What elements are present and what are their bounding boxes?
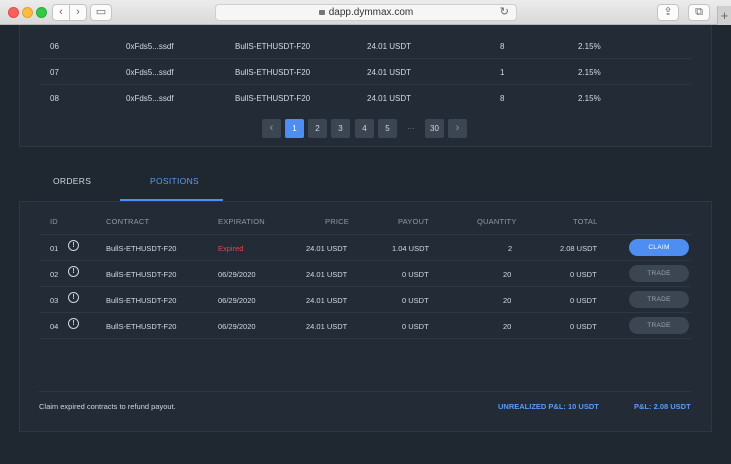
pagination-page-button[interactable]: 2 <box>308 119 327 138</box>
lock-icon <box>318 10 325 15</box>
header-expiration: EXPIRATION <box>218 217 265 226</box>
row-contract: BullS-ETHUSDT-F20 <box>235 94 311 103</box>
trade-button[interactable]: TRADE <box>629 265 689 282</box>
position-expiration: 06/29/2020 <box>218 296 256 305</box>
pagination-page-button[interactable]: 4 <box>355 119 374 138</box>
row-id: 07 <box>50 68 59 77</box>
claim-hint-text: Claim expired contracts to refund payout… <box>39 402 176 411</box>
info-icon[interactable]: ! <box>68 240 79 251</box>
close-window-button[interactable] <box>8 7 19 18</box>
position-price: 24.01 USDT <box>306 296 348 305</box>
position-contract: BullS-ETHUSDT-F20 <box>106 296 177 305</box>
position-total: 0 USDT <box>570 322 597 331</box>
position-contract: BullS-ETHUSDT-F20 <box>106 270 177 279</box>
row-price: 24.01 USDT <box>367 42 412 51</box>
row-percent: 2.15% <box>578 42 601 51</box>
info-icon[interactable]: ! <box>68 266 79 277</box>
position-total: 0 USDT <box>570 270 597 279</box>
header-total: TOTAL <box>573 217 598 226</box>
new-tab-icon[interactable]: + <box>717 6 731 25</box>
pagination-next-button[interactable]: › <box>448 119 467 138</box>
position-total: 2.08 USDT <box>560 244 598 253</box>
position-quantity: 20 <box>503 270 512 279</box>
row-contract: BullS-ETHUSDT-F20 <box>235 42 311 51</box>
pagination-ellipsis: ··· <box>407 124 415 133</box>
tab-orders[interactable]: ORDERS <box>53 176 91 186</box>
tabs-overview-icon[interactable]: ⧉ <box>688 4 710 21</box>
forward-icon[interactable]: › <box>69 4 87 21</box>
position-price: 24.01 USDT <box>306 244 348 253</box>
minimize-window-button[interactable] <box>22 7 33 18</box>
pagination-page-button[interactable]: 3 <box>331 119 350 138</box>
footer-divider <box>39 391 691 392</box>
position-expiration: Expired <box>218 244 244 253</box>
header-price: PRICE <box>325 217 349 226</box>
position-price: 24.01 USDT <box>306 270 348 279</box>
header-id: ID <box>50 217 58 226</box>
claim-button[interactable]: CLAIM <box>629 239 689 256</box>
position-id: 04 <box>50 322 59 331</box>
position-quantity: 20 <box>503 296 512 305</box>
header-quantity: QUANTITY <box>477 217 517 226</box>
position-id: 01 <box>50 244 59 253</box>
row-address: 0xFds5...ssdf <box>126 42 174 51</box>
pagination-page-button[interactable]: 5 <box>378 119 397 138</box>
table-row: 03 ! BullS-ETHUSDT-F20 06/29/2020 24.01 … <box>40 286 691 312</box>
address-bar[interactable]: dapp.dymmax.com ↻ <box>215 4 517 21</box>
info-icon[interactable]: ! <box>68 292 79 303</box>
unrealized-pnl: UNREALIZED P&L: 10 USDT <box>498 402 599 411</box>
row-quantity: 1 <box>500 68 505 77</box>
pagination-prev-button[interactable]: ‹ <box>262 119 281 138</box>
realized-pnl: P&L: 2.08 USDT <box>634 402 691 411</box>
position-contract: BullS-ETHUSDT-F20 <box>106 244 177 253</box>
back-icon[interactable]: ‹ <box>52 4 70 21</box>
position-price: 24.01 USDT <box>306 322 348 331</box>
position-payout: 1.04 USDT <box>392 244 430 253</box>
table-row: 04 ! BullS-ETHUSDT-F20 06/29/2020 24.01 … <box>40 312 691 338</box>
table-row: 08 0xFds5...ssdf BullS-ETHUSDT-F20 24.01… <box>40 85 691 111</box>
row-percent: 2.15% <box>578 94 601 103</box>
row-percent: 2.15% <box>578 68 601 77</box>
trade-button[interactable]: TRADE <box>629 317 689 334</box>
position-quantity: 20 <box>503 322 512 331</box>
trade-button[interactable]: TRADE <box>629 291 689 308</box>
position-payout: 0 USDT <box>402 322 429 331</box>
position-expiration: 06/29/2020 <box>218 270 256 279</box>
row-quantity: 8 <box>500 94 505 103</box>
row-price: 24.01 USDT <box>367 68 412 77</box>
row-price: 24.01 USDT <box>367 94 412 103</box>
table-row: 02 ! BullS-ETHUSDT-F20 06/29/2020 24.01 … <box>40 260 691 286</box>
position-total: 0 USDT <box>570 296 597 305</box>
position-id: 03 <box>50 296 59 305</box>
position-contract: BullS-ETHUSDT-F20 <box>106 322 177 331</box>
table-bottom-divider <box>40 338 691 339</box>
position-expiration: 06/29/2020 <box>218 322 256 331</box>
row-address: 0xFds5...ssdf <box>126 68 174 77</box>
reload-icon[interactable]: ↻ <box>500 5 509 20</box>
position-id: 02 <box>50 270 59 279</box>
share-icon[interactable]: ⇪ <box>657 4 679 21</box>
row-quantity: 8 <box>500 42 505 51</box>
position-payout: 0 USDT <box>402 270 429 279</box>
row-id: 08 <box>50 94 59 103</box>
table-row: 01 ! BullS-ETHUSDT-F20 Expired 24.01 USD… <box>40 234 691 260</box>
header-payout: PAYOUT <box>398 217 429 226</box>
pagination-page-button[interactable]: 1 <box>285 119 304 138</box>
browser-toolbar: ‹ › ▭ dapp.dymmax.com ↻ ⇪ ⧉ + <box>0 0 731 25</box>
table-row: 07 0xFds5...ssdf BullS-ETHUSDT-F20 24.01… <box>40 59 691 85</box>
sidebar-icon[interactable]: ▭ <box>90 4 112 21</box>
zoom-window-button[interactable] <box>36 7 47 18</box>
table-row: 06 0xFds5...ssdf BullS-ETHUSDT-F20 24.01… <box>40 33 691 59</box>
row-address: 0xFds5...ssdf <box>126 94 174 103</box>
header-contract: CONTRACT <box>106 217 150 226</box>
pagination-page-button[interactable]: 30 <box>425 119 444 138</box>
position-quantity: 2 <box>508 244 513 253</box>
position-payout: 0 USDT <box>402 296 429 305</box>
row-id: 06 <box>50 42 59 51</box>
info-icon[interactable]: ! <box>68 318 79 329</box>
url-text: dapp.dymmax.com <box>328 7 414 18</box>
row-contract: BullS-ETHUSDT-F20 <box>235 68 311 77</box>
tab-positions[interactable]: POSITIONS <box>150 176 199 186</box>
